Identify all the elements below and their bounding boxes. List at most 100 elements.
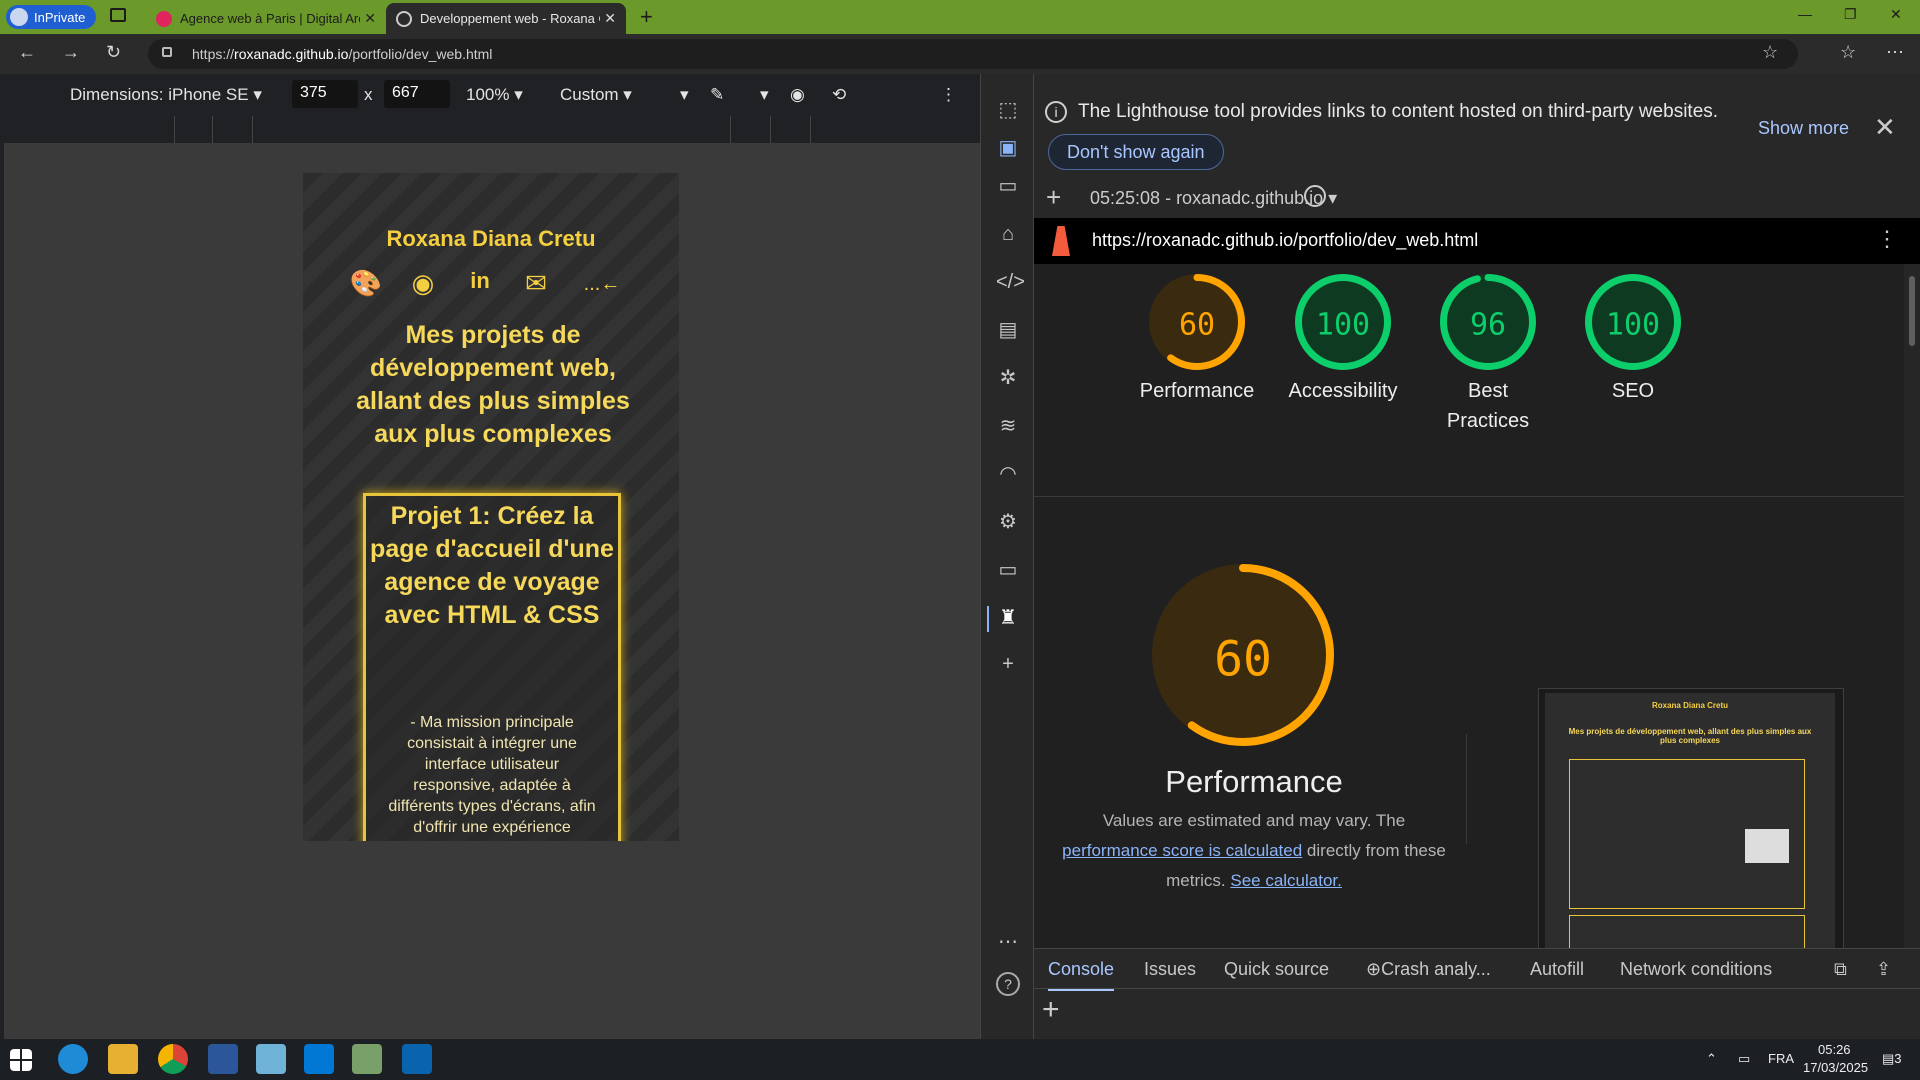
tab-agence-web[interactable]: Agence web à Paris | Digital Arch ✕ <box>146 3 386 34</box>
more-tools-icon[interactable]: ⋯ <box>996 930 1020 954</box>
help-icon[interactable]: ? <box>996 972 1020 996</box>
close-window-icon[interactable]: ✕ <box>1890 6 1902 23</box>
width-input[interactable]: 375 <box>292 80 358 108</box>
window-icon[interactable]: ▭ <box>996 174 1020 198</box>
device-toggle-icon[interactable]: ▣ <box>996 136 1020 160</box>
file-explorer-icon[interactable] <box>108 1044 138 1074</box>
score-calc-link[interactable]: performance score is calculated <box>1062 841 1302 860</box>
zoom-select[interactable]: 100% ▾ <box>466 85 523 105</box>
new-report-icon[interactable]: + <box>1046 182 1061 213</box>
clock-date[interactable]: 17/03/2025 <box>1803 1060 1868 1075</box>
tab-autofill[interactable]: Autofill <box>1530 959 1584 980</box>
report-selector-row: + 05:25:08 - roxanadc.github.io ▾ <box>1034 178 1920 218</box>
device-select[interactable]: Dimensions: iPhone SE ▾ <box>70 85 262 105</box>
active-indicator <box>987 606 989 632</box>
add-drawer-tab-icon[interactable]: + <box>1042 993 1060 1027</box>
inprivate-label: InPrivate <box>34 9 86 25</box>
height-input[interactable]: 667 <box>384 80 450 108</box>
network-wifi-icon[interactable]: ≋ <box>996 414 1020 438</box>
more-menu-icon[interactable]: ⋯ <box>1886 42 1904 63</box>
notification-icon[interactable]: ▤3 <box>1882 1051 1902 1067</box>
address-bar[interactable]: https://roxanadc.github.io/portfolio/dev… <box>148 39 1798 69</box>
github-icon[interactable]: ◉ <box>406 268 440 298</box>
close-notice-icon[interactable]: ✕ <box>1874 112 1896 143</box>
tray-chevron-icon[interactable]: ⌃ <box>1706 1051 1717 1067</box>
browser-tab-bar: InPrivate Agence web à Paris | Digital A… <box>0 0 1920 34</box>
inprivate-badge[interactable]: InPrivate <box>6 5 96 29</box>
tab-issues[interactable]: Issues <box>1144 959 1196 980</box>
eyedropper-icon[interactable]: ✎ <box>710 85 724 105</box>
chrome-icon[interactable] <box>158 1044 188 1074</box>
app-icon-2[interactable] <box>352 1044 382 1074</box>
console-icon[interactable]: ▤ <box>996 318 1020 342</box>
svg-text:60: 60 <box>1179 307 1215 342</box>
tab-crash-analyzer[interactable]: ⊕Crash analy... <box>1366 959 1491 980</box>
dropdown-icon[interactable]: ▾ <box>760 85 769 105</box>
report-scrollbar[interactable] <box>1904 264 1920 948</box>
forward-icon[interactable]: → <box>62 42 80 63</box>
dock-icon[interactable]: ⧉ <box>1834 959 1847 980</box>
more-options-icon[interactable]: ⋮ <box>940 85 957 105</box>
lighthouse-panel: i The Lighthouse tool provides links to … <box>1034 74 1920 1039</box>
outlook-icon[interactable] <box>402 1044 432 1074</box>
restore-icon[interactable]: ❐ <box>1844 6 1857 23</box>
tab-developpement-web[interactable]: Developpement web - Roxana C ✕ <box>386 3 626 34</box>
new-tab-icon[interactable]: + <box>640 4 653 30</box>
report-select[interactable]: 05:25:08 - roxanadc.github.io ▾ <box>1090 188 1337 209</box>
performance-icon[interactable]: ◠ <box>996 462 1020 486</box>
score-gauge-performance[interactable]: 60 Performance <box>1127 274 1267 406</box>
favorite-star-icon[interactable]: ☆ <box>1762 42 1778 63</box>
address-toolbar: ← → ↻ https://roxanadc.github.io/portfol… <box>0 34 1920 74</box>
network-icon[interactable]: ▭ <box>1738 1051 1750 1067</box>
vision-icon[interactable]: ◉ <box>790 85 805 105</box>
report-menu-icon[interactable]: ⋮ <box>1876 226 1898 252</box>
refresh-icon[interactable]: ↻ <box>106 42 121 63</box>
dropdown-icon[interactable]: ▾ <box>680 85 689 105</box>
minimize-icon[interactable]: — <box>1798 6 1812 22</box>
close-tab-icon[interactable]: ✕ <box>604 10 616 27</box>
device-toolbar: Dimensions: iPhone SE ▾ 375 x 667 100% ▾… <box>0 74 980 116</box>
undock-icon[interactable]: ⇪ <box>1876 959 1891 980</box>
favorites-icon[interactable]: ☆ <box>1840 42 1856 63</box>
tab-network-conditions[interactable]: Network conditions <box>1620 959 1772 980</box>
rotate-icon[interactable]: ⟲ <box>832 85 846 105</box>
score-gauge-seo[interactable]: 100 SEO <box>1563 274 1703 406</box>
vscode-icon[interactable] <box>304 1044 334 1074</box>
lighthouse-icon[interactable]: ♜ <box>996 606 1020 630</box>
clear-reports-icon[interactable] <box>1304 185 1326 207</box>
language-indicator[interactable]: FRA <box>1768 1051 1794 1066</box>
linkedin-icon[interactable]: in <box>463 268 497 298</box>
tab-actions-icon[interactable] <box>110 8 126 22</box>
elements-icon[interactable]: </> <box>996 270 1025 294</box>
clock-time[interactable]: 05:26 <box>1818 1042 1851 1057</box>
home-icon[interactable]: ⌂ <box>996 222 1020 246</box>
throttle-select[interactable]: Custom ▾ <box>560 85 632 105</box>
inspect-icon[interactable]: ⬚ <box>996 98 1020 122</box>
page-screenshot-thumbnail[interactable]: Roxana Diana Cretu Mes projets de dévelo… <box>1538 688 1844 948</box>
word-icon[interactable] <box>208 1044 238 1074</box>
project-description: - Ma mission principale consistait à int… <box>388 714 596 836</box>
score-gauge-accessibility[interactable]: 100 Accessibility <box>1273 274 1413 406</box>
dont-show-again-button[interactable]: Don't show again <box>1048 134 1224 170</box>
application-icon[interactable]: ▭ <box>996 558 1020 582</box>
console-drawer[interactable]: + <box>1034 988 1920 1039</box>
tab-quick-source[interactable]: Quick source <box>1224 959 1329 980</box>
envelope-icon[interactable]: ✉ <box>519 268 553 298</box>
add-tool-icon[interactable]: + <box>996 652 1020 676</box>
back-arrow-icon[interactable]: ...← <box>577 273 627 303</box>
memory-chip-icon[interactable]: ⚙ <box>996 510 1020 534</box>
palette-icon[interactable]: 🎨 <box>349 268 383 298</box>
app-icon[interactable] <box>256 1044 286 1074</box>
edge-icon[interactable] <box>58 1044 88 1074</box>
page-heading: Mes projets de développement web, allant… <box>356 321 630 448</box>
score-gauge-best-practices[interactable]: 96 Best Practices <box>1418 274 1558 436</box>
close-tab-icon[interactable]: ✕ <box>364 10 376 27</box>
score-label: Performance <box>1139 380 1255 402</box>
show-more-link[interactable]: Show more <box>1758 118 1849 139</box>
back-icon[interactable]: ← <box>18 42 36 63</box>
sources-bug-icon[interactable]: ✲ <box>996 366 1020 390</box>
start-icon[interactable] <box>10 1049 32 1071</box>
see-calculator-link[interactable]: See calculator. <box>1230 871 1342 890</box>
emulated-page[interactable]: Roxana Diana Cretu 🎨 ◉ in ✉ ...← Mes pro… <box>303 173 679 841</box>
tab-console[interactable]: Console <box>1048 959 1115 991</box>
